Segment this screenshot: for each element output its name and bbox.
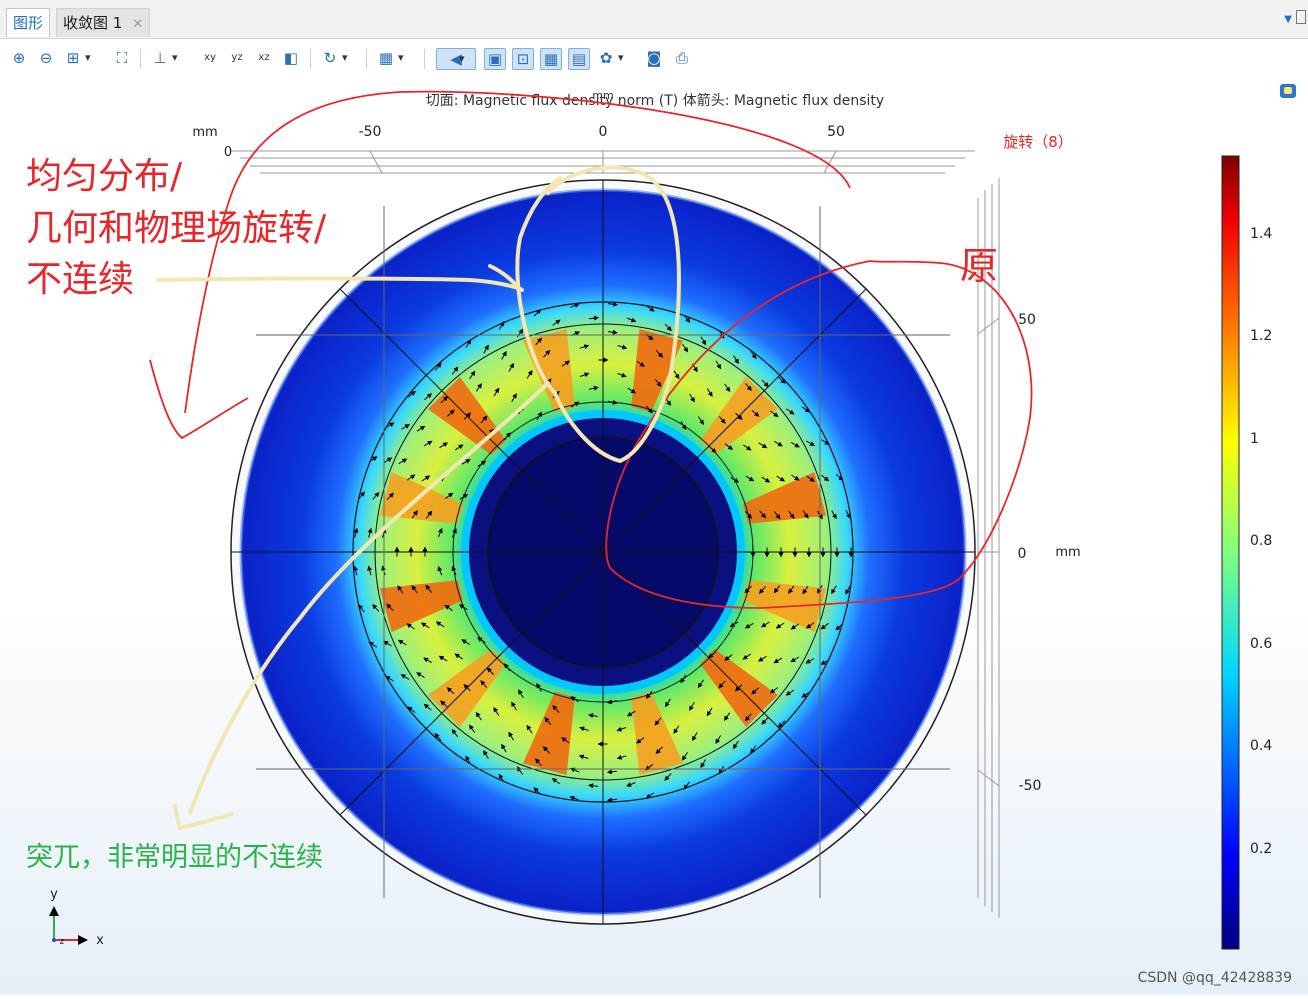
tab-bar: 图形 收敛图 1 ✕ ▼ — [0, 0, 1308, 39]
toolbar-separator — [366, 49, 367, 69]
left-note-line: 几何和物理场旋转/ — [26, 208, 327, 249]
tab-graphics[interactable]: 图形 — [6, 8, 51, 37]
bottom-note: 突兀，非常明显的不连续 — [26, 842, 323, 873]
triad-x-label: x — [96, 933, 104, 948]
colorbar-tick: 1.2 — [1250, 328, 1272, 344]
view-zx-icon[interactable]: xz — [254, 48, 274, 68]
wireframe-icon[interactable]: ⊡ — [512, 48, 534, 70]
render-settings-icon[interactable]: ✿ — [596, 48, 624, 68]
colorbar-tick: 1.4 — [1250, 226, 1272, 242]
toolbar-separator — [310, 49, 311, 69]
triad-z-label: z — [60, 937, 65, 947]
y-tick-label: 0 — [1018, 546, 1027, 562]
x-tick-label: -50 — [359, 124, 382, 140]
colorbar-tick: 1 — [1250, 431, 1259, 447]
x-origin-label: 0 — [224, 145, 232, 160]
comsol-logo-icon — [1280, 84, 1296, 98]
view-yz-icon[interactable]: yz — [227, 48, 247, 68]
x-tick-label: 0 — [599, 124, 608, 140]
graphics-toolbar: ⊕ ⊖ ⊞ ⛶ ⊥ xy yz xz ◧ ↻ ▦ ◀ ▣ ⊡ ▦ ▤ ✿ ◙ ⎙ — [0, 39, 1308, 77]
view-xy-label: xy — [204, 52, 216, 63]
colorbar-tick: 0.8 — [1250, 533, 1272, 549]
colorbar-tick: 0.2 — [1250, 841, 1272, 857]
zoom-box-icon[interactable]: ⊞ — [63, 48, 91, 68]
axis-triad: y x z — [49, 887, 104, 948]
triad-y-label: y — [50, 887, 58, 902]
zoom-out-icon[interactable]: ⊖ — [36, 48, 56, 68]
axis-orientation-icon[interactable]: ⊥ — [150, 48, 177, 68]
view-xy-icon[interactable]: xy — [200, 48, 220, 68]
x-axis-unit-top: mm — [592, 89, 613, 102]
graphics-window[interactable]: 切面: Magnetic flux density norm (T) 体箭头: … — [0, 78, 1308, 995]
left-note-line: 不连续 — [26, 259, 134, 300]
view-yz-label: yz — [231, 52, 243, 63]
tab-convergence-label: 收敛图 1 — [63, 14, 123, 32]
chevron-down-icon[interactable]: ▼ — [1284, 14, 1292, 25]
plot-title: 切面: Magnetic flux density norm (T) 体箭头: … — [426, 92, 884, 109]
colorbar-tick: 0.6 — [1250, 636, 1272, 652]
view-yx-icon[interactable]: ◧ — [281, 48, 301, 68]
y-axis-unit: mm — [1055, 545, 1080, 560]
toolbar-separator — [424, 49, 425, 69]
watermark: CSDN @qq_42428839 — [1138, 970, 1292, 986]
original-label: 原 — [960, 244, 998, 288]
transparency-icon[interactable]: ▣ — [484, 48, 506, 70]
rotate-icon[interactable]: ↻ — [320, 48, 348, 68]
left-note-line: 均匀分布/ — [26, 156, 183, 197]
x-tick-label: 50 — [827, 124, 845, 140]
plot-canvas: 切面: Magnetic flux density norm (T) 体箭头: … — [26, 84, 1296, 986]
view-zx-label: xz — [258, 52, 270, 63]
toolbar-separator — [140, 49, 141, 69]
maximize-icon[interactable] — [1296, 10, 1306, 24]
print-icon[interactable]: ⎙ — [672, 48, 692, 68]
colorbar: 1.4 1.2 1 0.8 0.6 0.4 0.2 — [1221, 155, 1272, 950]
close-icon[interactable]: ✕ — [132, 17, 143, 32]
select-box-icon[interactable]: ▦ — [376, 48, 404, 68]
snapshot-icon[interactable]: ◙ — [644, 48, 664, 68]
zoom-in-icon[interactable]: ⊕ — [9, 48, 29, 68]
rotation-note: 旋转（8） — [1003, 133, 1073, 151]
y-tick-label: 50 — [1018, 312, 1036, 328]
y-tick-label: -50 — [1019, 778, 1042, 794]
flux-density-plot — [230, 179, 976, 925]
x-axis-unit: mm — [192, 125, 217, 140]
tab-convergence-plot[interactable]: 收敛图 1 ✕ — [56, 8, 151, 37]
tab-graphics-label: 图形 — [13, 14, 44, 32]
grid-icon[interactable]: ▦ — [540, 48, 562, 70]
legend-icon[interactable]: ▤ — [568, 48, 590, 70]
scene-light-icon[interactable]: ◀ — [436, 48, 476, 70]
colorbar-tick: 0.4 — [1250, 738, 1272, 754]
zoom-extents-icon[interactable]: ⛶ — [112, 48, 132, 68]
